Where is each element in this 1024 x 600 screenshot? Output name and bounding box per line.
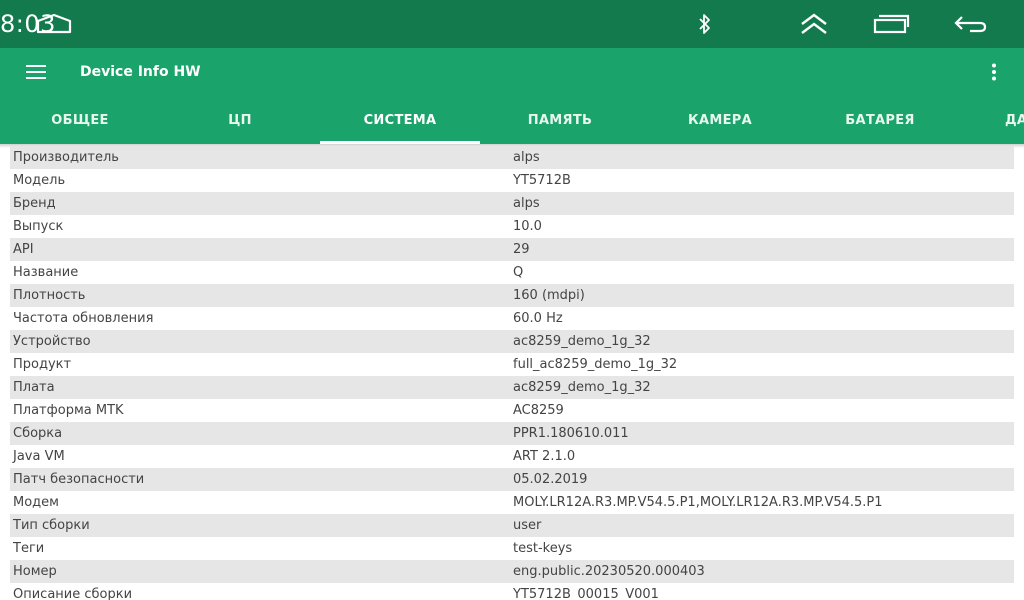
tab-cpu[interactable]: ЦП: [160, 96, 320, 144]
info-key: Плата: [13, 380, 55, 395]
list-item: Производитель alps: [10, 146, 1014, 169]
list-item: Устройство ac8259_demo_1g_32: [10, 330, 1014, 353]
info-value: 60.0 Hz: [513, 311, 563, 326]
list-item: Платформа MTK AC8259: [10, 399, 1014, 422]
info-value: full_ac8259_demo_1g_32: [513, 357, 678, 372]
info-key: Номер: [13, 564, 57, 579]
info-value: eng.public.20230520.000403: [513, 564, 705, 579]
info-value: ART 2.1.0: [513, 449, 576, 464]
info-value: 29: [513, 242, 530, 257]
info-key: Патч безопасности: [13, 472, 145, 487]
info-key: Частота обновления: [13, 311, 154, 326]
list-item: API 29: [10, 238, 1014, 261]
list-item: Выпуск 10.0: [10, 215, 1014, 238]
list-item: Номер eng.public.20230520.000403: [10, 560, 1014, 583]
tab-system[interactable]: СИСТЕМА: [320, 96, 480, 144]
list-item: Плата ac8259_demo_1g_32: [10, 376, 1014, 399]
info-key: Продукт: [13, 357, 72, 372]
info-key: Платформа MTK: [13, 403, 124, 418]
info-key: API: [13, 242, 34, 257]
info-key: Java VM: [13, 449, 65, 464]
info-key: Сборка: [13, 426, 63, 441]
info-value: PPR1.180610.011: [513, 426, 629, 441]
info-value: YT5712B_00015_V001: [513, 587, 659, 600]
info-key: Выпуск: [13, 219, 64, 234]
bluetooth-icon: [694, 0, 716, 48]
info-value: 10.0: [513, 219, 542, 234]
info-value: alps: [513, 196, 540, 211]
back-icon[interactable]: [950, 0, 990, 48]
app-bar: Device Info HW: [0, 48, 1024, 96]
list-item: Сборка PPR1.180610.011: [10, 422, 1014, 445]
info-value: ac8259_demo_1g_32: [513, 334, 651, 349]
menu-icon[interactable]: [20, 60, 52, 84]
info-key: Производитель: [13, 150, 119, 165]
more-vert-icon[interactable]: [980, 60, 1008, 84]
list-item: Модем MOLY.LR12A.R3.MP.V54.5.P1,MOLY.LR12…: [10, 491, 1014, 514]
app-title: Device Info HW: [80, 64, 201, 80]
info-value: AC8259: [513, 403, 564, 418]
info-value: ac8259_demo_1g_32: [513, 380, 651, 395]
list-item: Частота обновления 60.0 Hz: [10, 307, 1014, 330]
info-key: Название: [13, 265, 79, 280]
list-item: Продукт full_ac8259_demo_1g_32: [10, 353, 1014, 376]
list-item: Тип сборки user: [10, 514, 1014, 537]
info-value: test-keys: [513, 541, 573, 556]
info-key: Устройство: [13, 334, 91, 349]
info-key: Модем: [13, 495, 59, 510]
home-icon[interactable]: [30, 0, 78, 48]
info-value: 160 (mdpi): [513, 288, 585, 303]
list-item: Java VM ART 2.1.0: [10, 445, 1014, 468]
info-key: Модель: [13, 173, 66, 188]
info-key: Теги: [13, 541, 45, 556]
info-value: 05.02.2019: [513, 472, 588, 487]
tab-data-partial[interactable]: ДА: [995, 96, 1024, 144]
tab-bar: ОБЩЕЕ ЦП СИСТЕМА ПАМЯТЬ КАМЕРА БАТАРЕЯ Д…: [0, 96, 1024, 144]
list-item: Бренд alps: [10, 192, 1014, 215]
info-key: Бренд: [13, 196, 56, 211]
list-item: Патч безопасности 05.02.2019: [10, 468, 1014, 491]
info-value: Q: [513, 265, 524, 280]
list-item: Плотность 160 (mdpi): [10, 284, 1014, 307]
info-value: alps: [513, 150, 540, 165]
list-item: Название Q: [10, 261, 1014, 284]
status-bar: 8:03: [0, 0, 1024, 48]
tab-camera[interactable]: КАМЕРА: [640, 96, 800, 144]
info-key: Плотность: [13, 288, 86, 303]
list-item: Описание сборки YT5712B_00015_V001: [10, 583, 1014, 600]
list-item: Модель YT5712B: [10, 169, 1014, 192]
list-item: Теги test-keys: [10, 537, 1014, 560]
tab-general[interactable]: ОБЩЕЕ: [0, 96, 160, 144]
expand-up-icon[interactable]: [796, 0, 832, 48]
info-value: MOLY.LR12A.R3.MP.V54.5.P1,MOLY.LR12A.R3.…: [513, 495, 883, 510]
info-key: Описание сборки: [13, 587, 133, 600]
system-info-list[interactable]: Производитель alps Модель YT5712B Бренд alp…: [0, 144, 1024, 600]
recent-apps-icon[interactable]: [870, 0, 912, 48]
info-value: user: [513, 518, 542, 533]
tab-battery[interactable]: БАТАРЕЯ: [800, 96, 960, 144]
info-value: YT5712B: [513, 173, 571, 188]
info-key: Тип сборки: [13, 518, 90, 533]
tab-memory[interactable]: ПАМЯТЬ: [480, 96, 640, 144]
